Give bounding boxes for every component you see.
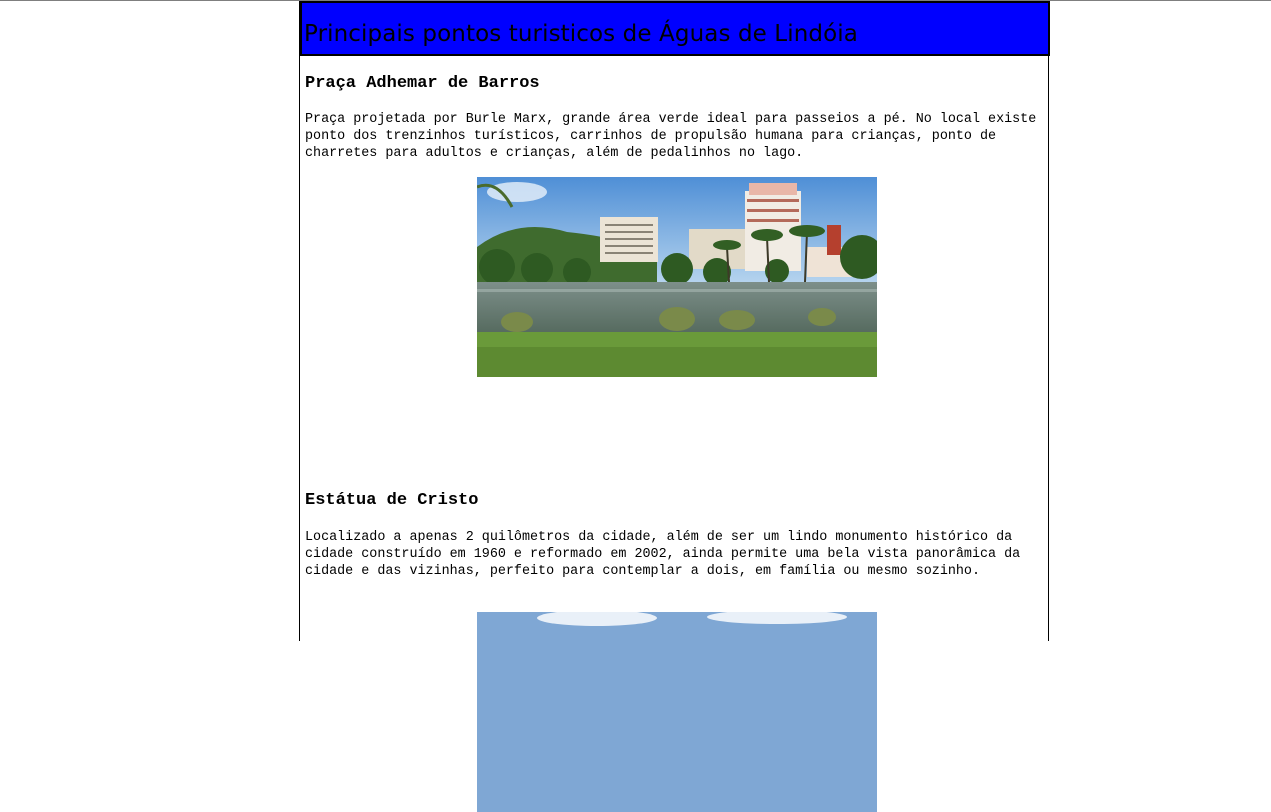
content-column: Principais pontos turisticos de Águas de…: [299, 1, 1050, 812]
section-title-praca: Praça Adhemar de Barros: [305, 74, 540, 93]
section-text-praca: Praça projetada por Burle Marx, grande á…: [305, 112, 1037, 161]
page-header: Principais pontos turisticos de Águas de…: [300, 1, 1050, 56]
page-title: Principais pontos turisticos de Águas de…: [304, 21, 858, 47]
photo-praca-adhemar: [477, 177, 877, 377]
section-title-cristo: Estátua de Cristo: [305, 491, 479, 510]
section-text-cristo: Localizado a apenas 2 quilômetros da cid…: [305, 530, 1021, 579]
photo-estatua-cristo: [477, 612, 877, 812]
